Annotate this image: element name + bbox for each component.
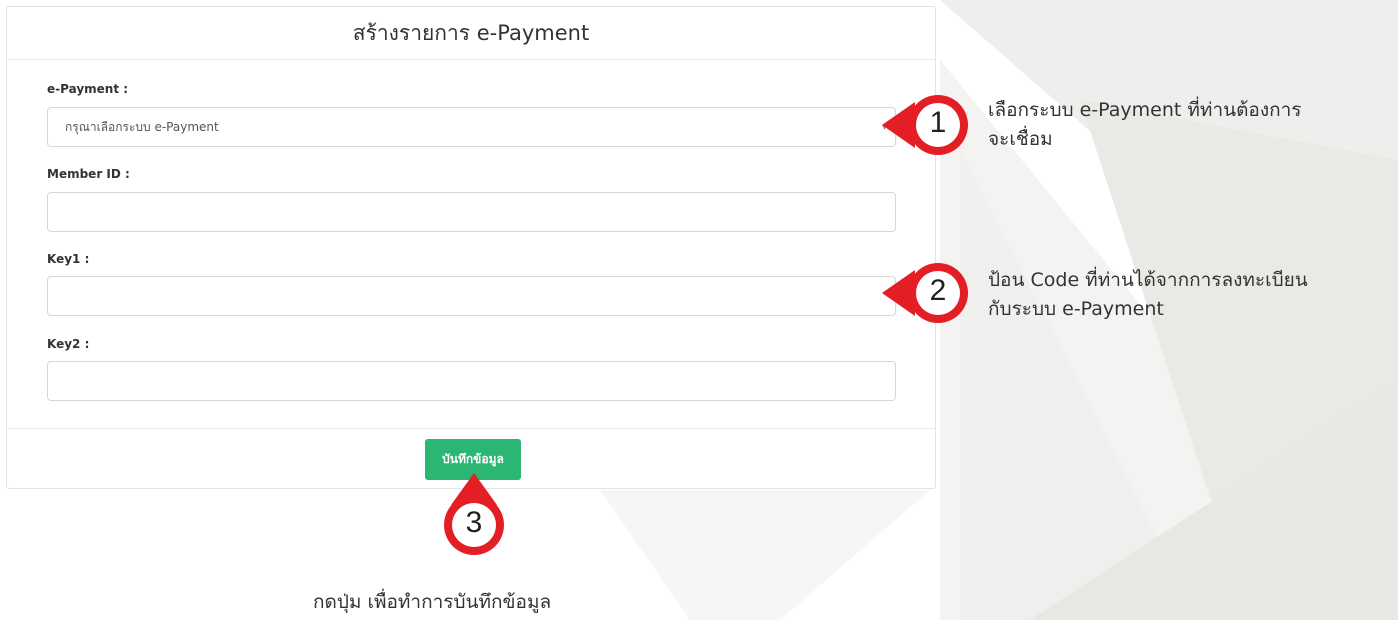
- callout-2-text: ป้อน Code ที่ท่านได้จากการลงทะเบียน กับร…: [988, 266, 1308, 324]
- member-id-input[interactable]: [47, 192, 896, 232]
- callout-1-line1: เลือกระบบ e-Payment ที่ท่านต้องการ: [988, 99, 1302, 121]
- save-button[interactable]: บันทึกข้อมูล: [425, 439, 521, 480]
- epayment-form-card: สร้างรายการ e-Payment e-Payment : กรุณาเ…: [6, 6, 936, 489]
- callout-1-text: เลือกระบบ e-Payment ที่ท่านต้องการ จะเชื…: [988, 96, 1302, 154]
- epayment-label: e-Payment :: [47, 82, 129, 96]
- member-id-label: Member ID :: [47, 167, 130, 181]
- card-footer-divider: [7, 428, 935, 429]
- epayment-select-value: กรุณาเลือกระบบ e-Payment: [65, 119, 219, 134]
- key2-label: Key2 :: [47, 337, 90, 351]
- callout-1-number: 1: [929, 106, 947, 139]
- key1-label: Key1 :: [47, 252, 90, 266]
- chevron-down-icon: ▾: [881, 122, 887, 133]
- form-title: สร้างรายการ e-Payment: [7, 7, 935, 60]
- key1-input[interactable]: [47, 276, 896, 316]
- callout-1-line2: จะเชื่อม: [988, 128, 1053, 150]
- callout-2-number: 2: [929, 274, 947, 307]
- epayment-select[interactable]: กรุณาเลือกระบบ e-Payment ▾: [47, 107, 896, 147]
- callout-3-number: 3: [465, 506, 483, 539]
- callout-2-line2: กับระบบ e-Payment: [988, 298, 1164, 320]
- callout-3-text: กดปุ่ม เพื่อทำการบันทึกข้อมูล: [313, 591, 552, 613]
- key2-input[interactable]: [47, 361, 896, 401]
- callout-2-line1: ป้อน Code ที่ท่านได้จากการลงทะเบียน: [988, 269, 1308, 291]
